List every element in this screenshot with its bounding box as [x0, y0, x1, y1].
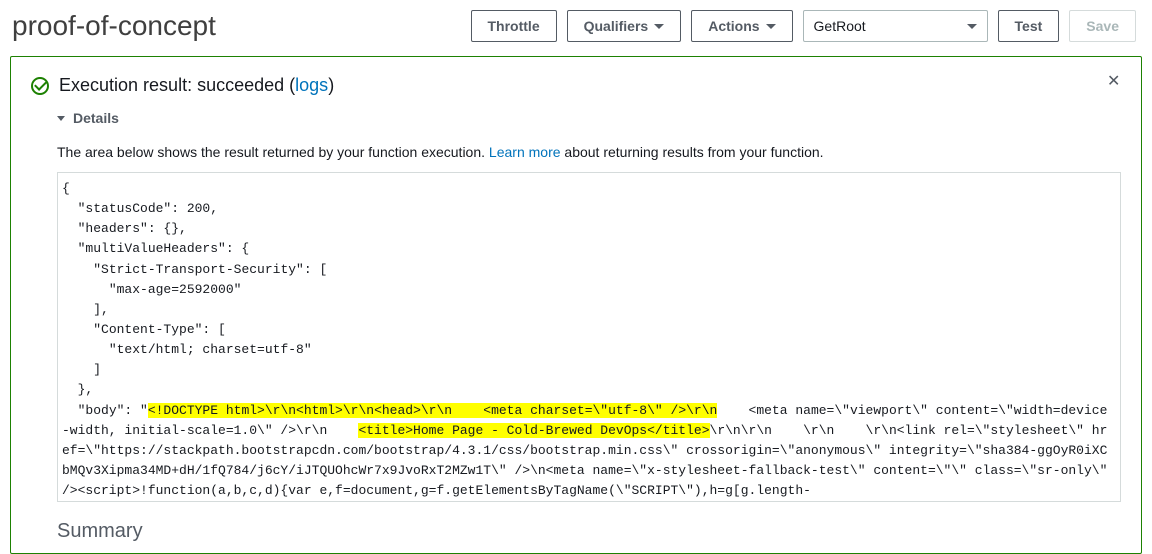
- test-event-select[interactable]: GetRoot: [803, 10, 988, 42]
- result-description: The area below shows the result returned…: [57, 144, 1121, 160]
- success-icon: [31, 77, 49, 95]
- qualifiers-button[interactable]: Qualifiers: [567, 10, 682, 42]
- highlight: <title>Home Page - Cold-Brewed DevOps</t…: [358, 423, 709, 438]
- learn-more-link[interactable]: Learn more: [489, 144, 561, 160]
- save-button: Save: [1069, 10, 1136, 42]
- chevron-down-icon: [766, 24, 776, 29]
- execution-result-text: Execution result: succeeded (logs): [59, 75, 334, 96]
- throttle-button[interactable]: Throttle: [471, 10, 557, 42]
- actions-button[interactable]: Actions: [691, 10, 792, 42]
- chevron-down-icon: [654, 24, 664, 29]
- highlight: <!DOCTYPE html>\r\n<html>\r\n<head>\r\n …: [148, 403, 718, 418]
- select-value: GetRoot: [814, 18, 866, 34]
- chevron-down-icon: [57, 116, 65, 121]
- close-icon[interactable]: [1107, 71, 1125, 89]
- test-button[interactable]: Test: [998, 10, 1060, 42]
- page-title: proof-of-concept: [12, 10, 216, 42]
- details-toggle[interactable]: Details: [57, 110, 1121, 126]
- execution-result-panel: Execution result: succeeded (logs) Detai…: [10, 56, 1142, 554]
- logs-link[interactable]: logs: [295, 75, 328, 95]
- result-output[interactable]: { "statusCode": 200, "headers": {}, "mul…: [57, 172, 1121, 502]
- action-bar: Throttle Qualifiers Actions GetRoot Test…: [471, 10, 1137, 42]
- chevron-down-icon: [967, 24, 977, 29]
